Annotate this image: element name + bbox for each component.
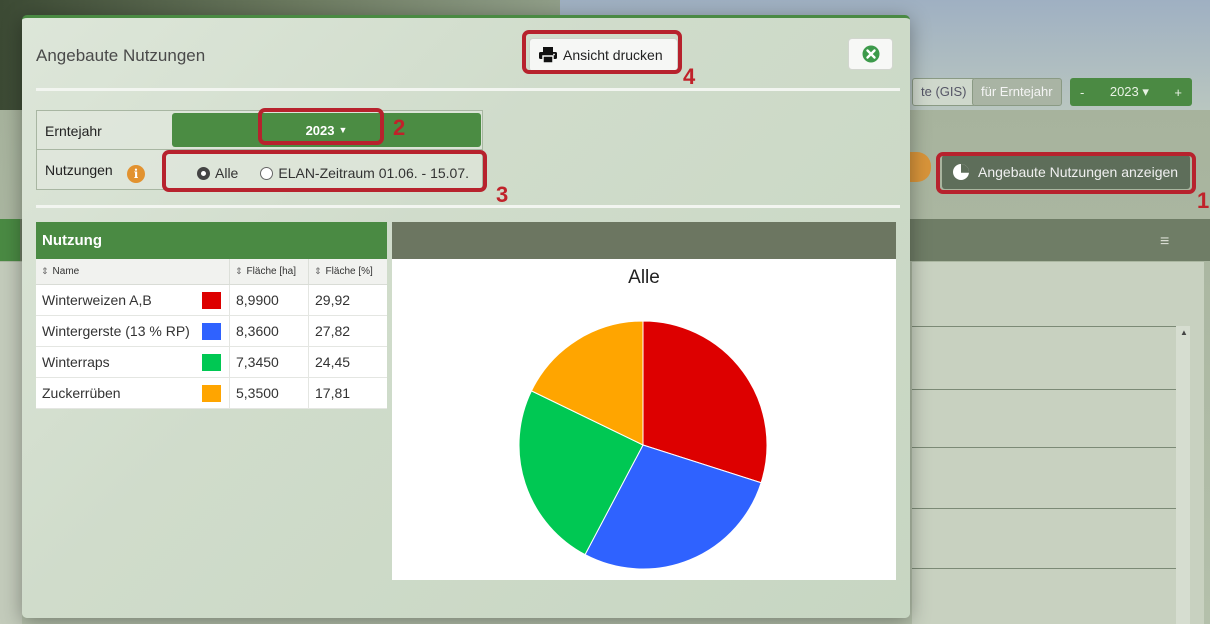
show-usages-button[interactable]: Angebaute Nutzungen anzeigen — [942, 155, 1190, 189]
row-name: Zuckerrüben — [42, 385, 121, 401]
left-strip — [0, 262, 22, 624]
usage-radio-group: Alle ELAN-Zeitraum 01.06. - 15.07. — [197, 165, 469, 181]
table-line — [912, 508, 1176, 509]
row-area-pct: 27,82 — [315, 323, 351, 339]
pie-chart-icon — [953, 164, 969, 180]
year-field-label: Erntejahr — [45, 123, 102, 139]
modal-title: Angebaute Nutzungen — [36, 46, 206, 65]
color-swatch — [202, 322, 221, 340]
background-table — [912, 262, 1204, 624]
table-row[interactable]: Winterweizen A,B 8,9900 29,92 — [36, 285, 387, 316]
color-swatch — [202, 291, 221, 309]
row-area-ha: 8,9900 — [230, 285, 309, 315]
pie-chart: Alle — [392, 259, 896, 580]
table-line — [912, 447, 1176, 448]
year-dropdown-value: 2023 — [305, 122, 335, 138]
row-area-ha: 7,3450 — [230, 347, 309, 377]
year-selector[interactable]: - 2023 ▾ + — [1070, 78, 1192, 106]
radio-elan-dot[interactable] — [260, 166, 274, 180]
row-name: Winterweizen A,B — [42, 292, 152, 308]
year-value[interactable]: 2023 ▾ — [1110, 84, 1149, 100]
annotation-number-1: 1 — [1197, 188, 1210, 213]
row-name: Winterraps — [42, 354, 110, 370]
year-minus-button[interactable]: - — [1080, 85, 1084, 100]
menu-icon[interactable]: ≡ — [1160, 233, 1169, 251]
row-name-cell: Zuckerrüben — [36, 378, 230, 408]
year-label: für Erntejahr — [972, 78, 1062, 106]
radio-elan-label: ELAN-Zeitraum 01.06. - 15.07. — [278, 165, 470, 181]
table-line — [912, 326, 1176, 327]
year-dropdown[interactable]: 2023 ▼ — [172, 113, 481, 147]
band-accent — [0, 219, 20, 261]
radio-all[interactable]: Alle — [197, 165, 238, 181]
column-header-area-ha[interactable]: ⇕ Fläche [ha] — [230, 259, 309, 284]
row-area-pct: 17,81 — [315, 385, 351, 401]
close-button[interactable] — [848, 38, 893, 70]
usage-modal: Angebaute Nutzungen Ansicht drucken Ernt… — [22, 15, 910, 618]
row-area-ha: 8,3600 — [230, 316, 309, 346]
annotation-number-4: 4 — [683, 64, 696, 89]
table-line — [912, 389, 1176, 390]
row-name-cell: Winterweizen A,B — [36, 285, 230, 315]
row-area-ha: 5,3500 — [230, 378, 309, 408]
table-header-row: ⇕ Name ⇕ Fläche [ha] ⇕ Fläche [%] — [36, 259, 387, 285]
color-swatch — [202, 353, 221, 371]
chevron-down-icon: ▼ — [338, 125, 348, 135]
scroll-up-icon[interactable]: ▲ — [1180, 328, 1188, 337]
print-label: Ansicht drucken — [563, 47, 663, 63]
radio-elan[interactable]: ELAN-Zeitraum 01.06. - 15.07. — [260, 165, 469, 181]
separator — [36, 205, 900, 208]
info-icon[interactable]: i — [127, 165, 145, 183]
chart-toolbar — [392, 222, 896, 259]
scrollbar[interactable] — [1176, 326, 1190, 624]
print-button[interactable]: Ansicht drucken — [529, 38, 678, 72]
annotation-number-2: 2 — [393, 115, 406, 140]
table-line — [912, 568, 1176, 569]
sort-icon: ⇕ — [235, 266, 243, 276]
separator — [36, 88, 900, 91]
sort-icon: ⇕ — [314, 266, 322, 276]
table-row[interactable]: Winterraps 7,3450 24,45 — [36, 347, 387, 378]
color-swatch — [202, 384, 221, 402]
gis-button[interactable]: te (GIS) — [912, 78, 976, 106]
row-area-pct: 24,45 — [315, 354, 351, 370]
printer-icon — [539, 47, 557, 63]
row-area-pct: 29,92 — [315, 292, 351, 308]
close-icon — [862, 45, 879, 63]
pie-chart-svg — [518, 320, 768, 570]
radio-all-dot[interactable] — [197, 166, 210, 180]
show-usages-label: Angebaute Nutzungen anzeigen — [978, 164, 1179, 180]
table-row[interactable]: Wintergerste (13 % RP) 8,3600 27,82 — [36, 316, 387, 347]
sort-icon: ⇕ — [41, 266, 49, 276]
table-title: Nutzung — [36, 222, 387, 259]
year-plus-button[interactable]: + — [1174, 85, 1182, 100]
column-header-name[interactable]: ⇕ Name — [36, 259, 230, 284]
column-header-area-pct[interactable]: ⇕ Fläche [%] — [309, 259, 387, 284]
row-name-cell: Wintergerste (13 % RP) — [36, 316, 230, 346]
usage-field-label: Nutzungen — [45, 162, 113, 178]
table-row[interactable]: Zuckerrüben 5,3500 17,81 — [36, 378, 387, 409]
annotation-number-3: 3 — [496, 182, 509, 207]
radio-all-label: Alle — [215, 165, 239, 181]
table-body: Winterweizen A,B 8,9900 29,92 Wintergerste … — [36, 285, 387, 409]
usage-table: Nutzung ⇕ Name ⇕ Fläche [ha] ⇕ Fläche [%… — [36, 222, 387, 409]
row-name-cell: Winterraps — [36, 347, 230, 377]
row-name: Wintergerste (13 % RP) — [42, 323, 190, 339]
